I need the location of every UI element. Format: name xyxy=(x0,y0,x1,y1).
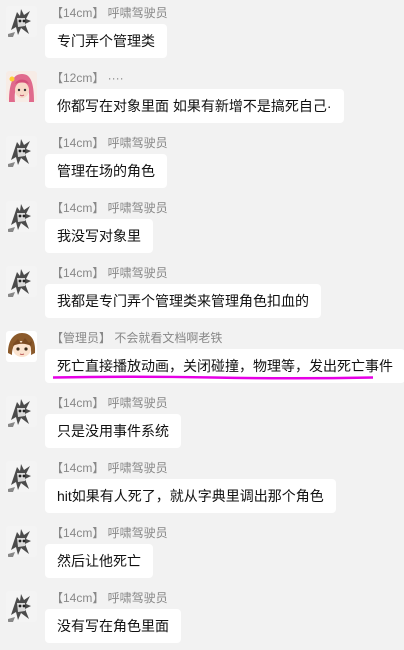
message-bubble: 管理在场的角色 xyxy=(45,154,167,188)
sketch-character-avatar[interactable] xyxy=(6,396,37,427)
chat-message: 【14cm】 呼啸驾驶员 hit如果有人死了，就从字典里调出那个角色 xyxy=(0,455,404,520)
message-bubble: 只是没用事件系统 xyxy=(45,414,181,448)
sketch-character-avatar[interactable] xyxy=(6,266,37,297)
sketch-character-avatar[interactable] xyxy=(6,136,37,167)
chat-message: 【14cm】 呼啸驾驶员 管理在场的角色 xyxy=(0,130,404,195)
sender-name: 【14cm】 呼啸驾驶员 xyxy=(51,591,168,605)
chat-message: 【14cm】 呼啸驾驶员 专门弄个管理类 xyxy=(0,0,404,65)
message-bubble: 没有写在角色里面 xyxy=(45,609,181,643)
chat-message: 【14cm】 呼啸驾驶员 没有写在角色里面 xyxy=(0,585,404,650)
chat-message: 【14cm】 呼啸驾驶员 然后让他死亡 xyxy=(0,520,404,585)
message-bubble: 专门弄个管理类 xyxy=(45,24,167,58)
sender-name: 【14cm】 呼啸驾驶员 xyxy=(51,266,168,280)
message-bubble: 死亡直接播放动画，关闭碰撞，物理等，发出死亡事件 xyxy=(45,349,404,383)
sender-name: 【14cm】 呼啸驾驶员 xyxy=(51,136,168,150)
chat-message-list[interactable]: 【14cm】 呼啸驾驶员 专门弄个管理类 【12cm】 ···· 你都写在对象里… xyxy=(0,0,404,650)
message-text: 死亡直接播放动画，关闭碰撞，物理等，发出死亡事件 xyxy=(57,358,393,374)
sender-name: 【14cm】 呼啸驾驶员 xyxy=(51,396,168,410)
sketch-character-avatar[interactable] xyxy=(6,6,37,37)
message-bubble: hit如果有人死了，就从字典里调出那个角色 xyxy=(45,479,336,513)
highlight-underline xyxy=(53,375,373,380)
sender-name: 【14cm】 呼啸驾驶员 xyxy=(51,6,168,20)
sketch-character-avatar[interactable] xyxy=(6,201,37,232)
sender-name: 【14cm】 呼啸驾驶员 xyxy=(51,526,168,540)
chat-message: 【12cm】 ···· 你都写在对象里面 如果有新增不是搞死自己· xyxy=(0,65,404,130)
message-bubble: 我没写对象里 xyxy=(45,219,153,253)
message-bubble: 我都是专门弄个管理类来管理角色扣血的 xyxy=(45,284,321,318)
sender-name: 【14cm】 呼啸驾驶员 xyxy=(51,461,168,475)
brown-hair-anime-avatar[interactable] xyxy=(6,331,37,362)
pink-hair-avatar[interactable] xyxy=(6,71,37,102)
sketch-character-avatar[interactable] xyxy=(6,461,37,492)
chat-message: 【14cm】 呼啸驾驶员 我没写对象里 xyxy=(0,195,404,260)
sender-name: 【14cm】 呼啸驾驶员 xyxy=(51,201,168,215)
message-bubble: 然后让他死亡 xyxy=(45,544,153,578)
sender-name: 【12cm】 ···· xyxy=(51,71,124,85)
chat-message: 【14cm】 呼啸驾驶员 只是没用事件系统 xyxy=(0,390,404,455)
chat-message: 【14cm】 呼啸驾驶员 我都是专门弄个管理类来管理角色扣血的 xyxy=(0,260,404,325)
chat-message: 【管理员】 不会就看文档啊老铁 死亡直接播放动画，关闭碰撞，物理等，发出死亡事件 xyxy=(0,325,404,390)
sender-name: 【管理员】 不会就看文档啊老铁 xyxy=(51,331,223,345)
message-bubble: 你都写在对象里面 如果有新增不是搞死自己· xyxy=(45,89,344,123)
sketch-character-avatar[interactable] xyxy=(6,526,37,557)
sketch-character-avatar[interactable] xyxy=(6,591,37,622)
